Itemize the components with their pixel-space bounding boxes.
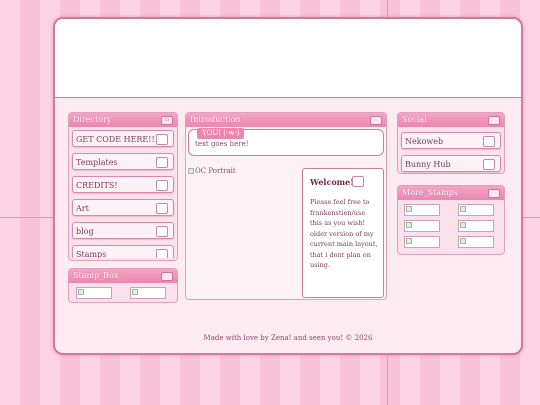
nav-item-get-code[interactable]: GET CODE HERE!!!! <box>72 130 174 147</box>
broken-image-icon <box>406 222 412 228</box>
broken-image-icon <box>460 238 466 244</box>
nav-item-label: CREDITS! <box>76 181 118 190</box>
nav-item-label: Art <box>76 204 89 213</box>
stamp-box-panel: Stamp_Box <box>68 268 178 303</box>
nav-item-label: Stamps <box>76 250 107 258</box>
checkbox-icon <box>156 203 168 214</box>
broken-image-icon <box>188 168 194 174</box>
intro-text: text goes here! <box>195 140 249 148</box>
nav-item-stamps[interactable]: Stamps <box>72 245 174 258</box>
introduction-panel: Introduction YOU! (-w-) text goes here! … <box>185 112 387 300</box>
stamp-image <box>404 204 440 216</box>
name-tag: YOU! (-w-) <box>197 128 245 139</box>
broken-image-icon <box>132 289 138 295</box>
nav-item-templates[interactable]: Templates <box>72 153 174 170</box>
checkbox-icon <box>156 226 168 237</box>
introduction-collapse-button[interactable] <box>370 116 382 125</box>
checkbox-icon <box>156 134 168 145</box>
nav-item-label: blog <box>76 227 94 236</box>
checkbox-icon <box>156 180 168 191</box>
stamp-image <box>404 236 440 248</box>
social-link-label: Nekoweb <box>405 137 444 146</box>
stamp-image <box>458 204 494 216</box>
main-frame: Directory ▭ GET CODE HERE!!!! Templates … <box>53 17 523 355</box>
checkbox-icon <box>483 159 495 170</box>
nav-item-art[interactable]: Art <box>72 199 174 216</box>
checkbox-icon <box>483 136 495 147</box>
broken-image-icon <box>78 289 84 295</box>
more-stamps-panel: More_Stamps <box>397 185 505 255</box>
introduction-title: Introduction <box>186 113 386 127</box>
oc-portrait-image: OC Portrait <box>188 167 236 175</box>
nav-item-blog[interactable]: blog <box>72 222 174 239</box>
social-link-bunny-hub[interactable]: Bunny Hub <box>401 155 501 172</box>
oc-portrait-alt: OC Portrait <box>195 167 236 175</box>
broken-image-icon <box>460 206 466 212</box>
nav-item-label: GET CODE HERE!!!! <box>76 135 162 144</box>
directory-panel: Directory ▭ GET CODE HERE!!!! Templates … <box>68 112 178 261</box>
checkbox-icon <box>156 249 168 258</box>
stamp-image <box>458 236 494 248</box>
nav-item-credits[interactable]: CREDITS! <box>72 176 174 193</box>
stamp-image <box>404 220 440 232</box>
directory-collapse-button[interactable]: ▭ <box>161 116 173 125</box>
stamp-box-collapse-button[interactable] <box>161 272 173 281</box>
header-banner <box>55 19 521 98</box>
welcome-text: Please feel free to frankenstien/use thi… <box>310 198 378 269</box>
social-panel: Social Nekoweb Bunny Hub <box>397 112 505 174</box>
stamp-image <box>130 287 166 299</box>
stamp-image <box>458 220 494 232</box>
welcome-title: Welcome! <box>310 177 354 187</box>
broken-image-icon <box>406 206 412 212</box>
checkbox-icon <box>156 157 168 168</box>
footer-credit: Made with love by Zena! and seen you! © … <box>203 334 373 342</box>
social-link-nekoweb[interactable]: Nekoweb <box>401 132 501 149</box>
directory-list[interactable]: GET CODE HERE!!!! Templates CREDITS! Art… <box>69 128 177 258</box>
broken-image-icon <box>460 222 466 228</box>
social-collapse-button[interactable] <box>488 116 500 125</box>
broken-image-icon <box>406 238 412 244</box>
more-stamps-collapse-button[interactable] <box>488 189 500 198</box>
social-link-label: Bunny Hub <box>405 160 451 169</box>
nav-item-label: Templates <box>76 158 118 167</box>
welcome-box: Welcome! Please feel free to frankenstie… <box>302 168 384 298</box>
welcome-checkbox[interactable] <box>352 176 364 187</box>
intro-box: YOU! (-w-) text goes here! <box>188 128 384 156</box>
stamp-image <box>76 287 112 299</box>
